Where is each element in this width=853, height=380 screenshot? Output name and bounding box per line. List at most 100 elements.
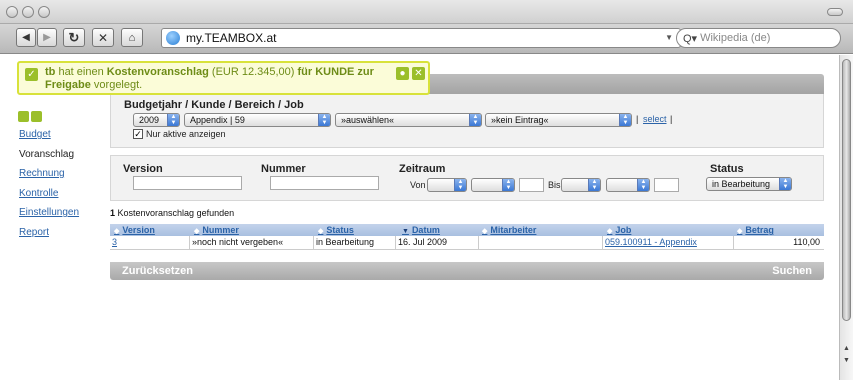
home-icon: ⌂ xyxy=(128,31,136,44)
toolbar-toggle-button[interactable] xyxy=(827,8,843,16)
forward-arrow-icon: ▶ xyxy=(43,32,51,43)
expand-icon[interactable] xyxy=(18,111,29,122)
scroll-down-arrow-icon[interactable]: ▼ xyxy=(843,357,850,364)
sidebar-item-voranschlag[interactable]: Voranschlag xyxy=(19,148,79,168)
search-icon: Q▾ xyxy=(683,32,698,45)
notification-text-1: hat einen xyxy=(55,66,107,78)
scroll-up-arrow-icon[interactable]: ▲ xyxy=(843,345,850,352)
browser-toolbar: ◀ ▶ ↻ ✕ ⌂ my.TEAMBOX.at ▼ Q▾ Wikipedia (… xyxy=(0,24,853,54)
to-month-select[interactable]: ▲ ▼ xyxy=(606,178,650,192)
forward-button[interactable]: ▶ xyxy=(37,28,57,47)
to-label: Bis xyxy=(548,180,561,190)
reset-button[interactable]: Zurücksetzen xyxy=(122,265,193,277)
version-link[interactable]: 3 xyxy=(112,237,117,247)
notification-amount: (EUR 12.345,00) xyxy=(208,66,298,78)
close-icon: ✕ xyxy=(97,30,109,45)
period-label: Zeitraum xyxy=(399,163,446,175)
cell-date: 16. Jul 2009 xyxy=(396,236,479,250)
column-header-label: Version xyxy=(122,225,155,235)
only-active-label: Nur aktive anzeigen xyxy=(146,129,226,139)
job-select-value: »kein Eintrag« xyxy=(491,115,549,125)
address-bar[interactable]: my.TEAMBOX.at ▼ xyxy=(161,28,681,48)
back-button[interactable]: ◀ xyxy=(16,28,36,47)
year-select[interactable]: 2009 ▲ ▼ xyxy=(133,113,180,127)
from-label: Von xyxy=(410,180,426,190)
select-arrows-icon: ▲ ▼ xyxy=(469,114,481,126)
area-select[interactable]: »auswählen« ▲ ▼ xyxy=(335,113,482,127)
sidebar-icons xyxy=(18,111,42,122)
job-select[interactable]: »kein Eintrag« ▲ ▼ xyxy=(485,113,632,127)
info-icon[interactable]: ● xyxy=(396,67,409,80)
actions-bar: Zurücksetzen Suchen xyxy=(110,262,824,280)
chevron-down-icon[interactable]: ▼ xyxy=(665,33,673,42)
to-day-select[interactable]: ▲ ▼ xyxy=(561,178,601,192)
stop-button[interactable]: ✕ xyxy=(92,28,114,47)
column-header-job[interactable]: ◆ Job xyxy=(607,224,631,236)
to-year-input[interactable] xyxy=(654,178,679,192)
select-arrows-icon: ▲ ▼ xyxy=(318,114,330,126)
select-arrows-icon: ▲ ▼ xyxy=(588,179,600,191)
select-link[interactable]: select xyxy=(643,114,667,124)
sidebar-item-report[interactable]: Report xyxy=(19,226,79,246)
approval-notification: ✓ tb hat einen Kostenvoranschlag (EUR 12… xyxy=(17,61,430,95)
select-arrows-icon: ▲ ▼ xyxy=(502,179,514,191)
status-label: Status xyxy=(710,163,744,175)
scrollbar-thumb[interactable] xyxy=(842,59,851,321)
column-header-status[interactable]: ◆ Status xyxy=(318,224,354,236)
minimize-window-button[interactable] xyxy=(22,6,34,18)
mail-icon[interactable] xyxy=(31,111,42,122)
zoom-window-button[interactable] xyxy=(38,6,50,18)
column-header-employee[interactable]: ◆ Mitarbeiter xyxy=(482,224,536,236)
cell-status: in Bearbeitung xyxy=(314,236,396,250)
cell-job[interactable]: 059.100911 - Appendix xyxy=(603,236,734,250)
column-header-label: Nummer xyxy=(202,225,239,235)
web-search-placeholder: Wikipedia (de) xyxy=(700,32,771,44)
notification-user: tb xyxy=(45,66,56,78)
sort-icon: ◆ xyxy=(737,228,743,235)
select-arrows-icon: ▲ ▼ xyxy=(454,179,466,191)
sidebar-item-einstellungen[interactable]: Einstellungen xyxy=(19,206,79,226)
separator: | xyxy=(636,114,639,124)
check-icon: ✓ xyxy=(25,68,38,81)
column-header-amount[interactable]: ◆ Betrag xyxy=(737,224,774,236)
notification-for: für KUNDE zur xyxy=(297,66,374,78)
year-select-value: 2009 xyxy=(139,115,160,125)
reload-button[interactable]: ↻ xyxy=(63,28,85,47)
web-search-input[interactable]: Q▾ Wikipedia (de) xyxy=(676,28,841,48)
sidebar-item-kontrolle[interactable]: Kontrolle xyxy=(19,187,79,207)
select-arrows-icon: ▲ ▼ xyxy=(637,179,649,191)
status-select[interactable]: in Bearbeitung ▲ ▼ xyxy=(706,177,792,191)
cell-version[interactable]: 3 xyxy=(110,236,190,250)
home-button[interactable]: ⌂ xyxy=(121,28,143,47)
globe-icon xyxy=(166,31,180,45)
address-text: my.TEAMBOX.at xyxy=(186,31,277,45)
search-button[interactable]: Suchen xyxy=(772,265,812,277)
number-label: Nummer xyxy=(261,163,306,175)
vertical-scrollbar[interactable]: ▲ ▼ xyxy=(839,55,853,380)
column-header-version[interactable]: ◆ Version xyxy=(114,224,155,236)
sidebar-item-budget[interactable]: Budget xyxy=(19,128,79,148)
version-label: Version xyxy=(123,163,163,175)
close-notification-icon[interactable]: ✕ xyxy=(412,67,425,80)
only-active-checkbox[interactable]: ✓ xyxy=(133,129,143,139)
sidebar-item-rechnung[interactable]: Rechnung xyxy=(19,167,79,187)
customer-select[interactable]: Appendix | 59 ▲ ▼ xyxy=(184,113,331,127)
version-input[interactable] xyxy=(133,176,242,190)
job-link[interactable]: 059.100911 - Appendix xyxy=(605,237,697,247)
close-window-button[interactable] xyxy=(6,6,18,18)
from-month-select[interactable]: ▲ ▼ xyxy=(471,178,515,192)
column-header-date[interactable]: ▼ Datum xyxy=(402,224,440,236)
table-header: ◆ Version ◆ Nummer ◆ Status ▼ Datum ◆ Mitarbe… xyxy=(110,224,824,236)
from-day-select[interactable]: ▲ ▼ xyxy=(427,178,467,192)
number-input[interactable] xyxy=(270,176,379,190)
from-year-input[interactable] xyxy=(519,178,544,192)
column-header-number[interactable]: ◆ Nummer xyxy=(194,224,239,236)
area-select-value: »auswählen« xyxy=(341,115,395,125)
filter-heading: Budgetjahr / Kunde / Bereich / Job xyxy=(124,99,304,111)
sort-icon: ◆ xyxy=(194,228,200,235)
column-header-label: Mitarbeiter xyxy=(490,225,537,235)
select-arrows-icon: ▲ ▼ xyxy=(619,114,631,126)
notification-doc-type: Kostenvoranschlag xyxy=(106,66,209,78)
table-row[interactable]: 3 »noch nicht vergeben« in Bearbeitung 1… xyxy=(110,236,824,250)
column-header-label: Status xyxy=(326,225,354,235)
